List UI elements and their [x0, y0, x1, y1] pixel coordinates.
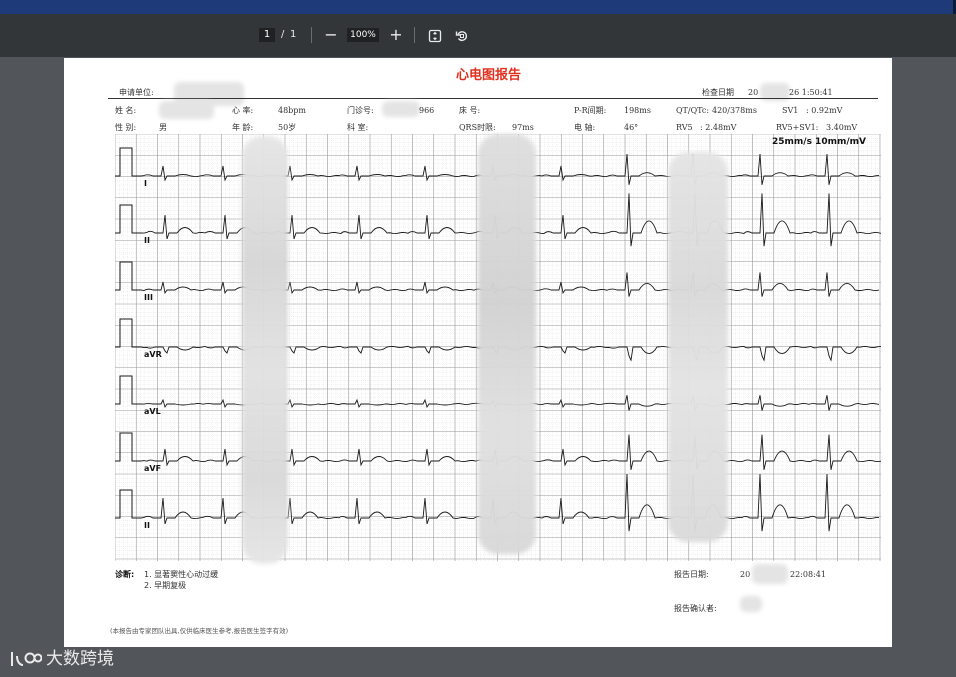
unit-label: 申请单位: — [119, 88, 154, 97]
qrs-label: QRS时限: — [459, 123, 496, 132]
pr-label: P-R间期: — [574, 106, 607, 115]
calibration-pulse — [115, 318, 141, 348]
diagnosis-item-2: 2. 早期复极 — [144, 581, 187, 590]
watermark-logo-icon — [11, 652, 42, 666]
exam-date-start: 20 — [748, 88, 759, 97]
clinic-no-value: 966 — [419, 106, 435, 115]
zoom-in-button[interactable]: + — [387, 26, 405, 44]
sex-value: 男 — [159, 123, 167, 132]
report-date-start: 20 — [740, 570, 751, 579]
report-date-label: 报告日期: — [674, 570, 709, 579]
zoom-level-input[interactable]: 100% — [347, 28, 379, 42]
diagnosis-item-1: 1. 显著窦性心动过缓 — [144, 570, 219, 579]
qt-label: QT/QTc: — [676, 106, 710, 115]
diagnosis-label: 诊断: — [115, 570, 135, 579]
toolbar-divider — [311, 27, 312, 43]
qt-value: 420/378ms — [712, 106, 757, 115]
sv1-label: SV1 — [782, 106, 799, 115]
heart-rate-label: 心 率: — [232, 106, 254, 115]
sex-label: 性 别: — [115, 123, 137, 132]
rotate-icon — [455, 31, 468, 42]
pdf-toolbar — [0, 14, 956, 57]
rotate-button[interactable] — [455, 28, 469, 42]
lead-label: II — [144, 236, 150, 245]
exam-date-end: 26 1:50:41 — [789, 88, 833, 97]
rv5-sv1-label: RV5+SV1: — [776, 123, 819, 132]
rv5-sv1-value: 3.40mV — [826, 123, 858, 132]
redacted-strip — [668, 152, 728, 542]
calibration-pulse — [115, 147, 141, 177]
rv5-label: RV5 — [676, 123, 693, 132]
lead-label: aVR — [144, 350, 162, 359]
redacted-report-date — [752, 564, 788, 584]
pr-value: 198ms — [624, 106, 651, 115]
exam-date-label: 检查日期 — [702, 88, 734, 97]
lead-label: aVL — [144, 407, 161, 416]
fit-to-page-button[interactable] — [428, 28, 442, 43]
lead-label: aVF — [144, 464, 161, 473]
age-value: 50岁 — [278, 123, 297, 132]
rv5-value: : 2.48mV — [700, 123, 737, 132]
bed-label: 床 号: — [459, 106, 481, 115]
fit-page-icon — [428, 29, 442, 43]
axis-value: 46° — [624, 123, 639, 132]
redacted-strip — [478, 134, 536, 554]
axis-label: 电 轴: — [574, 123, 596, 132]
page-number-input[interactable]: 1 — [259, 28, 275, 42]
watermark-text: 大数跨境 — [46, 649, 114, 669]
toolbar-divider — [414, 27, 415, 43]
footer-note: (本报告由专家团队出具,仅供临床医生参考,报告医生签字有效) — [110, 627, 289, 635]
redacted-clinic-no — [382, 101, 420, 117]
confirm-label: 报告确认者: — [674, 604, 717, 613]
lead-label: I — [144, 179, 147, 188]
speed-label: 25mm/s 10mm/mV — [772, 137, 866, 147]
qrs-value: 97ms — [512, 123, 534, 132]
clinic-no-label: 门诊号: — [347, 106, 374, 115]
ecg-report-page: 心电图报告 申请单位: 检查日期 20 26 1:50:41 姓 名: 心 率:… — [64, 58, 892, 647]
redacted-name — [159, 101, 214, 119]
zoom-out-button[interactable]: − — [322, 26, 340, 44]
report-date-end: 22:08:41 — [790, 570, 826, 579]
watermark: 大数跨境 — [8, 646, 114, 672]
window-top-strip — [0, 0, 956, 14]
age-label: 年 龄: — [232, 123, 254, 132]
page-separator: / — [281, 29, 285, 40]
calibration-pulse — [115, 489, 141, 519]
total-pages: 1 — [290, 29, 297, 40]
redacted-signature — [740, 596, 762, 612]
report-title: 心电图报告 — [456, 68, 522, 83]
lead-label: III — [144, 293, 153, 302]
redacted-strip — [242, 136, 288, 564]
lead-label: II — [144, 521, 150, 530]
heart-rate-value: 48bpm — [278, 106, 307, 115]
calibration-pulse — [115, 261, 141, 291]
sv1-value: : 0.92mV — [806, 106, 843, 115]
name-label: 姓 名: — [115, 106, 137, 115]
dept-label: 科 室: — [347, 123, 369, 132]
header-divider — [108, 98, 878, 99]
calibration-pulse — [115, 375, 141, 405]
